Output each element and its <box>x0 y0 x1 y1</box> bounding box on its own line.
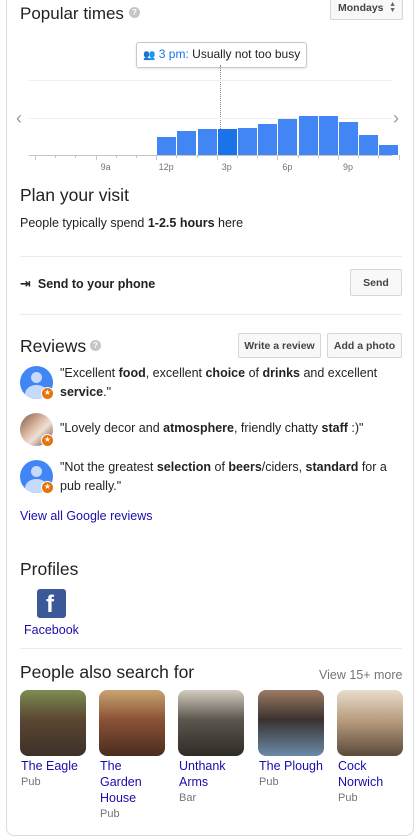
divider <box>20 314 402 315</box>
sort-arrows-icon: ▲ ▼ <box>389 1 396 14</box>
send-to-phone-label: Send to your phone <box>37 277 156 291</box>
place-name-link[interactable]: The Eagle <box>21 758 93 774</box>
tooltip-time: 3 pm: <box>158 47 189 61</box>
people-icon: 👥 <box>143 50 156 61</box>
busyness-bar-1p[interactable] <box>177 131 197 155</box>
hour-tick <box>55 155 57 158</box>
busyness-bar-3p[interactable] <box>217 129 237 155</box>
visit-duration-prefix: People typically spend <box>20 216 148 230</box>
busyness-bar-9p[interactable] <box>339 122 358 155</box>
hour-tick <box>237 155 238 158</box>
popular-times-title: Popular times <box>20 4 124 23</box>
review-snippet: "Not the greatest selection of beers/cid… <box>60 460 387 493</box>
view-all-reviews-link[interactable]: View all Google reviews <box>20 509 152 523</box>
visit-duration-suffix: here <box>214 216 244 230</box>
busyness-tooltip: 👥 3 pm: Usually not too busy <box>136 42 308 68</box>
tooltip-status: Usually not too busy <box>192 47 301 61</box>
day-select-value: Mondays <box>338 2 384 14</box>
profiles-title: Profiles <box>20 559 79 579</box>
place-info-panel: Popular times ? Mondays ▲ ▼ 👥 3 pm: Usual… <box>6 0 414 836</box>
place-type: Pub <box>100 808 120 820</box>
busyness-bar-11p[interactable] <box>379 145 399 155</box>
facebook-icon[interactable]: f <box>37 589 66 618</box>
hour-tick <box>257 155 259 158</box>
busyness-bar-5p[interactable] <box>258 124 278 155</box>
write-review-button[interactable]: Write a review <box>238 333 321 358</box>
busyness-bar-2p[interactable] <box>197 129 217 155</box>
hour-tick <box>156 155 158 160</box>
next-day-icon[interactable]: › <box>393 108 399 129</box>
hour-tick <box>75 155 77 158</box>
hour-tick <box>277 155 279 160</box>
place-name-link[interactable]: Cock Norwich <box>338 758 398 790</box>
day-select[interactable]: Mondays ▲ ▼ <box>330 0 403 20</box>
visit-duration: People typically spend 1-2.5 hours here <box>20 216 243 230</box>
divider <box>20 256 402 257</box>
busyness-bar-7p[interactable] <box>298 116 318 155</box>
busyness-bar-6p[interactable] <box>278 119 298 155</box>
view-more-link[interactable]: View 15+ more <box>319 668 403 682</box>
hour-tick <box>378 155 380 158</box>
divider <box>20 648 402 649</box>
hour-tick <box>317 155 319 158</box>
send-to-phone[interactable]: ⇥ Send to your phone <box>20 276 155 292</box>
place-type: Pub <box>338 792 358 804</box>
prev-day-icon[interactable]: ‹ <box>16 108 22 129</box>
send-button[interactable]: Send <box>350 269 402 296</box>
place-type: Pub <box>259 776 279 788</box>
local-guide-badge-icon: ★ <box>41 481 54 494</box>
hour-label: 12p <box>158 162 174 172</box>
hour-tick <box>216 155 218 160</box>
hour-tick <box>136 155 137 158</box>
busyness-histogram <box>29 115 399 155</box>
place-name-link[interactable]: The Garden House <box>100 758 150 806</box>
histogram-ticks <box>29 155 400 161</box>
help-icon[interactable]: ? <box>90 340 101 351</box>
place-name-link[interactable]: Unthank Arms <box>179 758 239 790</box>
place-thumbnail[interactable] <box>99 690 165 756</box>
plan-visit-title: Plan your visit <box>20 185 129 205</box>
hour-label: 6p <box>282 162 293 172</box>
help-icon[interactable]: ? <box>129 7 140 18</box>
hour-tick <box>35 155 36 160</box>
add-photo-button[interactable]: Add a photo <box>327 333 402 358</box>
hour-label: 3p <box>221 162 232 172</box>
busyness-bar-8p[interactable] <box>318 116 338 155</box>
grid-line <box>29 80 392 81</box>
hour-tick <box>196 155 198 158</box>
place-thumbnail[interactable] <box>20 690 86 756</box>
place-name-link[interactable]: The Plough <box>259 758 331 774</box>
hour-labels: 9a 12p 3p 6p 9p <box>29 162 392 174</box>
also-search-title: People also search for <box>20 662 195 682</box>
hour-tick <box>297 155 299 158</box>
reviews-title: Reviews <box>20 336 87 356</box>
send-to-phone-icon: ⇥ <box>20 276 31 291</box>
facebook-link[interactable]: Facebook <box>24 623 79 637</box>
hour-tick <box>338 155 339 160</box>
hour-label: 9p <box>342 162 353 172</box>
hour-label: 9a <box>100 162 111 172</box>
place-type: Bar <box>179 792 197 804</box>
hour-tick <box>176 155 178 158</box>
review-snippet: "Excellent food, excellent choice of dri… <box>60 366 378 399</box>
place-thumbnail[interactable] <box>258 690 324 756</box>
busyness-bar-4p[interactable] <box>238 128 257 155</box>
place-thumbnail[interactable] <box>337 690 403 756</box>
busyness-bar-10p[interactable] <box>359 135 379 155</box>
local-guide-badge-icon: ★ <box>41 434 54 447</box>
hour-tick <box>358 155 360 158</box>
place-type: Pub <box>21 776 41 788</box>
local-guide-badge-icon: ★ <box>41 387 54 400</box>
hour-tick <box>95 155 97 160</box>
hour-tick <box>398 155 400 160</box>
visit-duration-value: 1-2.5 hours <box>147 216 215 230</box>
busyness-bar-12p[interactable] <box>157 137 177 155</box>
hour-tick <box>115 155 117 158</box>
place-thumbnail[interactable] <box>178 690 244 756</box>
review-snippet: "Lovely decor and atmosphere, friendly c… <box>60 421 364 435</box>
